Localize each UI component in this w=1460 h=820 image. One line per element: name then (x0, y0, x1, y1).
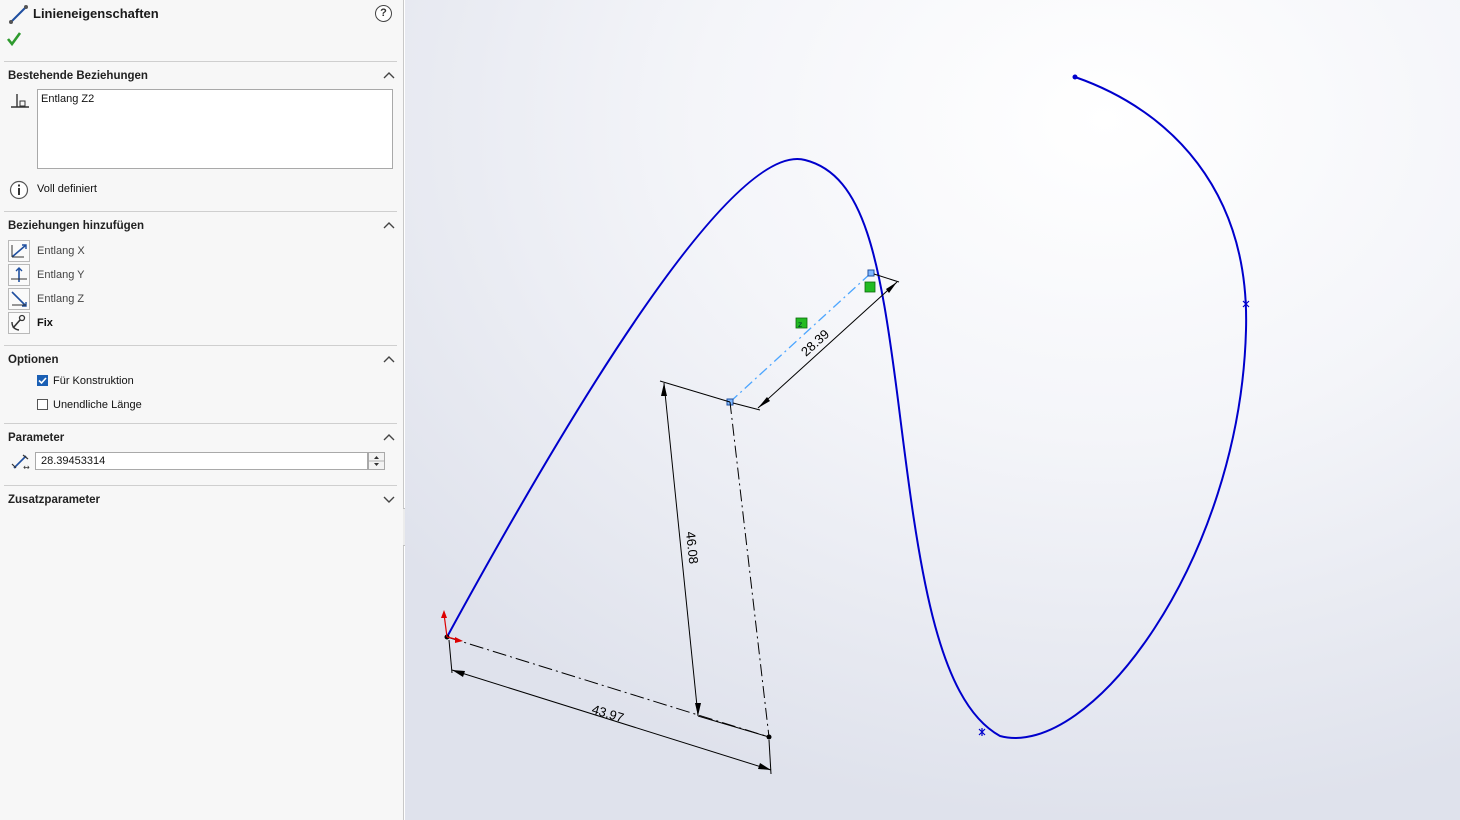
section-title-add-relations: Beziehungen hinzufügen (8, 220, 145, 232)
along-z-button[interactable] (8, 288, 30, 310)
separator (4, 423, 397, 424)
spline-point-marker[interactable] (1242, 300, 1250, 308)
graphics-viewport[interactable]: z 28.39 46.08 43.97 (405, 0, 1460, 820)
separator (4, 345, 397, 346)
fix-label: Fix (37, 317, 53, 329)
extension-line (697, 715, 770, 738)
info-icon (9, 180, 29, 200)
dimension-arrowhead (758, 397, 770, 408)
dimension-d1-value[interactable]: 28.39 (798, 326, 832, 359)
section-title-options: Optionen (8, 354, 59, 366)
chevron-up-icon[interactable] (382, 432, 396, 442)
extension-line (873, 273, 900, 283)
separator (4, 211, 397, 212)
extension-line (732, 402, 761, 411)
origin-arrowhead (455, 637, 463, 643)
extension-line (768, 739, 772, 775)
separator (4, 61, 397, 62)
construction-line[interactable] (729, 401, 770, 738)
relation-icon (11, 94, 29, 108)
panel-title: Linieneigenschaften (33, 6, 159, 21)
origin-arrowhead (441, 610, 447, 618)
line-tool-icon (9, 5, 28, 24)
construction-line-selected[interactable] (729, 272, 872, 403)
along-y-button[interactable] (8, 264, 30, 286)
list-item[interactable]: Entlang Z2 (41, 93, 94, 105)
spline-curve[interactable] (446, 76, 1248, 739)
length-parameter-icon: ↔ (11, 454, 30, 472)
checkmark-icon (38, 377, 47, 385)
dimension-d3-value[interactable]: 43.97 (590, 702, 626, 726)
separator (4, 485, 397, 486)
dimension-arrowhead (886, 282, 897, 293)
fix-button[interactable] (8, 312, 30, 334)
checkmark-icon[interactable] (6, 31, 22, 47)
sketch-canvas[interactable]: z 28.39 46.08 43.97 (405, 0, 1460, 820)
construction-line[interactable] (446, 636, 770, 738)
dimension-arrowhead (452, 670, 465, 677)
relation-marker-glyph: z (798, 320, 802, 329)
property-manager-panel: Linieneigenschaften ? Bestehende Beziehu… (0, 0, 404, 820)
along-z-icon (11, 291, 27, 307)
chevron-down-icon[interactable] (382, 494, 396, 504)
status-text: Voll definiert (37, 183, 97, 195)
length-input[interactable]: 28.39453314 (35, 452, 368, 470)
spline-endpoint[interactable] (1072, 74, 1078, 80)
fix-anchor-icon (11, 314, 26, 331)
along-x-button[interactable] (8, 240, 30, 262)
svg-text:↔: ↔ (23, 463, 30, 472)
along-x-label: Entlang X (37, 245, 85, 257)
length-spinner[interactable] (368, 452, 385, 470)
along-x-icon (11, 244, 27, 258)
dimension-line-d1[interactable] (757, 281, 898, 409)
along-y-label: Entlang Y (37, 269, 85, 281)
dimension-arrowhead (695, 703, 701, 716)
infinite-length-checkbox[interactable] (37, 399, 48, 410)
help-icon[interactable]: ? (375, 5, 392, 22)
spinner-arrows-icon (369, 456, 384, 466)
line-endpoint-handle[interactable] (867, 269, 875, 277)
along-z-label: Entlang Z (37, 293, 85, 305)
extension-line (659, 380, 731, 403)
along-y-icon (11, 267, 27, 282)
existing-relations-list[interactable]: Entlang Z2 (37, 89, 393, 169)
for-construction-checkbox[interactable] (37, 375, 48, 386)
infinite-length-label: Unendliche Länge (53, 399, 142, 411)
dimension-arrowhead (661, 383, 667, 396)
spline-point-marker[interactable] (978, 728, 986, 736)
chevron-up-icon[interactable] (382, 220, 396, 230)
chevron-up-icon[interactable] (382, 70, 396, 80)
section-title-parameters: Parameter (8, 432, 65, 444)
chevron-up-icon[interactable] (382, 354, 396, 364)
dimension-arrowhead (758, 763, 771, 770)
section-title-existing-relations: Bestehende Beziehungen (8, 70, 148, 82)
dimension-d2-value[interactable]: 46.08 (683, 531, 701, 565)
section-title-additional-parameters: Zusatzparameter (8, 494, 101, 506)
extension-line (448, 639, 453, 674)
relation-marker-icon[interactable] (864, 281, 876, 293)
for-construction-label: Für Konstruktion (53, 375, 134, 387)
